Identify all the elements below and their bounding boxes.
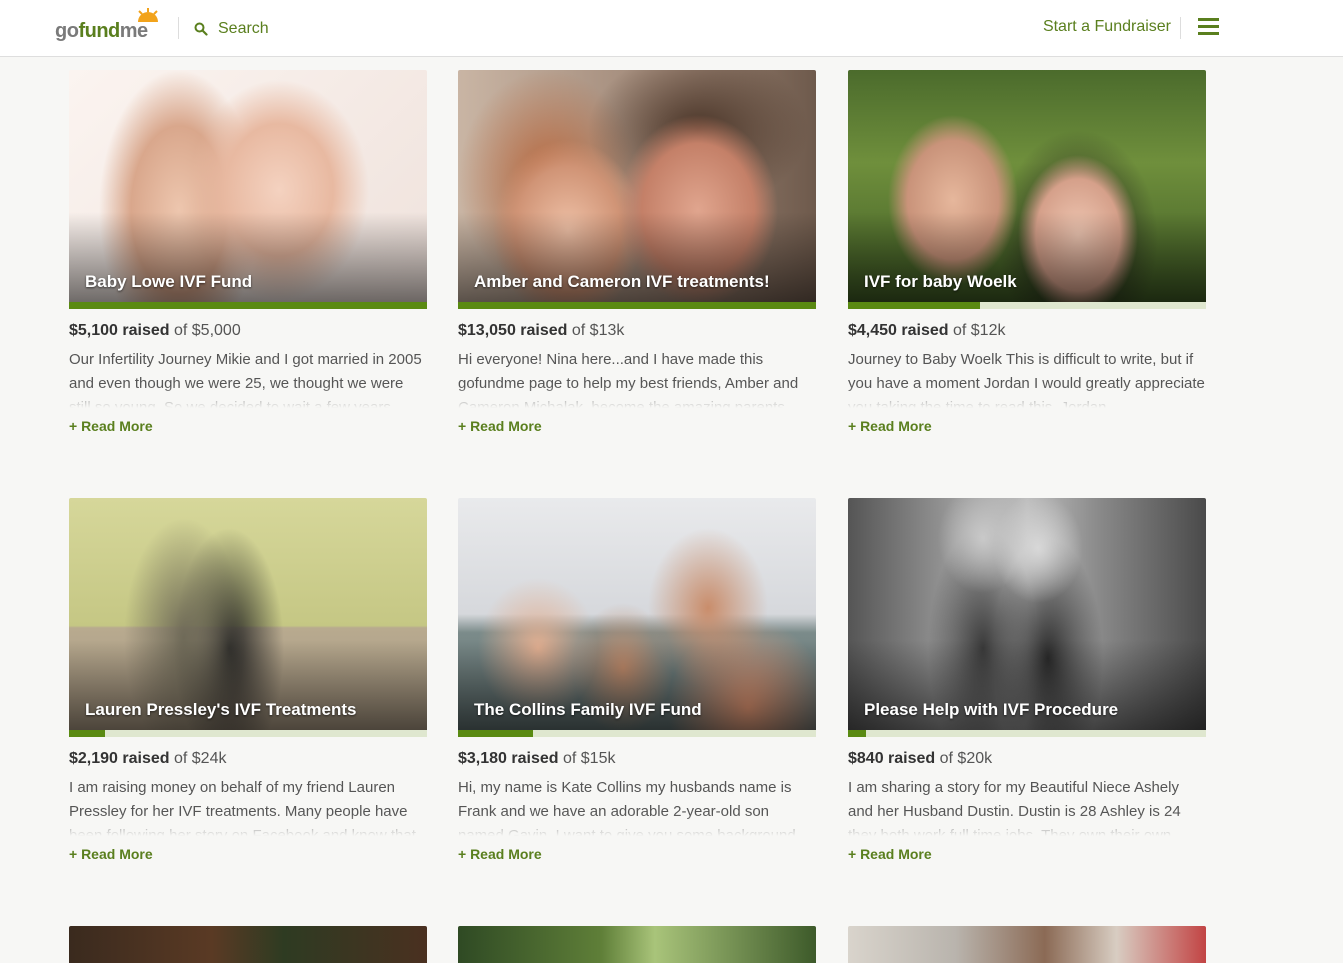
campaign-photo[interactable]: IVF for baby Woelk: [848, 70, 1206, 302]
raised-value: $13,050 raised: [458, 322, 568, 339]
progress-bar: [848, 730, 1206, 737]
progress-bar: [458, 302, 816, 309]
raised-value: $5,100 raised: [69, 322, 170, 339]
campaign-card[interactable]: Please Help with IVF Procedure $840 rais…: [848, 498, 1206, 862]
read-more-link[interactable]: + Read More: [69, 846, 427, 862]
campaign-photo[interactable]: Baby Lowe IVF Fund: [69, 70, 427, 302]
progress-bar: [69, 730, 427, 737]
raised-value: $840 raised: [848, 750, 936, 767]
raised-value: $4,450 raised: [848, 322, 949, 339]
search-icon: [194, 22, 208, 36]
search-button[interactable]: Search: [194, 18, 269, 40]
raised-amount: $840 raised of $20k: [848, 750, 1206, 768]
read-more-link[interactable]: + Read More: [848, 418, 1206, 434]
raised-amount: $2,190 raised of $24k: [69, 750, 427, 768]
campaign-title[interactable]: Lauren Pressley's IVF Treatments: [85, 700, 415, 720]
progress-fill: [848, 302, 981, 309]
logo-wordmark: gofundme: [55, 20, 148, 42]
progress-fill: [848, 730, 866, 737]
christmas-tree-image: [69, 926, 427, 963]
read-more-link[interactable]: + Read More: [69, 418, 427, 434]
campaign-card[interactable]: [848, 926, 1206, 963]
raised-amount: $3,180 raised of $15k: [458, 750, 816, 768]
campaign-photo[interactable]: The Collins Family IVF Fund: [458, 498, 816, 730]
search-label: Search: [218, 20, 269, 37]
gofundme-logo[interactable]: gofundme: [55, 8, 165, 44]
campaign-card[interactable]: [69, 926, 427, 963]
progress-bar: [69, 302, 427, 309]
campaign-title[interactable]: Please Help with IVF Procedure: [864, 700, 1194, 720]
goal-value: of $15k: [562, 750, 616, 767]
hamburger-menu-icon[interactable]: [1198, 18, 1220, 36]
campaign-description: I am sharing a story for my Beautiful Ni…: [848, 776, 1206, 836]
goal-value: of $12k: [952, 322, 1006, 339]
raised-value: $2,190 raised: [69, 750, 170, 767]
raised-value: $3,180 raised: [458, 750, 559, 767]
progress-fill: [69, 730, 105, 737]
campaign-card[interactable]: IVF for baby Woelk $4,450 raised of $12k…: [848, 70, 1206, 434]
campaign-title[interactable]: IVF for baby Woelk: [864, 272, 1194, 292]
campaign-photo[interactable]: Lauren Pressley's IVF Treatments: [69, 498, 427, 730]
campaign-photo[interactable]: [458, 926, 816, 963]
campaign-title[interactable]: The Collins Family IVF Fund: [474, 700, 804, 720]
campaign-grid: Baby Lowe IVF Fund $5,100 raised of $5,0…: [0, 0, 1343, 963]
campaign-title[interactable]: Amber and Cameron IVF treatments!: [474, 272, 804, 292]
campaign-description: Our Infertility Journey Mikie and I got …: [69, 348, 427, 408]
campaign-card[interactable]: Amber and Cameron IVF treatments! $13,05…: [458, 70, 816, 434]
campaign-title[interactable]: Baby Lowe IVF Fund: [85, 272, 415, 292]
raised-amount: $4,450 raised of $12k: [848, 322, 1206, 340]
campaign-photo[interactable]: Please Help with IVF Procedure: [848, 498, 1206, 730]
progress-fill: [458, 302, 816, 309]
trees-image: [458, 926, 816, 963]
campaign-description: Journey to Baby Woelk This is difficult …: [848, 348, 1206, 408]
person-indoor-image: [848, 926, 1206, 963]
goal-value: of $5,000: [173, 322, 241, 339]
goal-value: of $13k: [571, 322, 625, 339]
campaign-description: Hi, my name is Kate Collins my husbands …: [458, 776, 816, 836]
campaign-card[interactable]: The Collins Family IVF Fund $3,180 raise…: [458, 498, 816, 862]
progress-bar: [848, 302, 1206, 309]
progress-bar: [458, 730, 816, 737]
raised-amount: $13,050 raised of $13k: [458, 322, 816, 340]
campaign-card[interactable]: Baby Lowe IVF Fund $5,100 raised of $5,0…: [69, 70, 427, 434]
campaign-photo[interactable]: [69, 926, 427, 963]
campaign-photo[interactable]: [848, 926, 1206, 963]
goal-value: of $24k: [173, 750, 227, 767]
campaign-description: Hi everyone! Nina here...and I have made…: [458, 348, 816, 408]
raised-amount: $5,100 raised of $5,000: [69, 322, 427, 340]
campaign-photo[interactable]: Amber and Cameron IVF treatments!: [458, 70, 816, 302]
read-more-link[interactable]: + Read More: [848, 846, 1206, 862]
goal-value: of $20k: [939, 750, 993, 767]
site-header: gofundme Search Start a Fundraiser: [0, 0, 1343, 57]
campaign-description: I am raising money on behalf of my frien…: [69, 776, 427, 836]
header-divider: [178, 17, 179, 39]
read-more-link[interactable]: + Read More: [458, 846, 816, 862]
campaign-card[interactable]: Lauren Pressley's IVF Treatments $2,190 …: [69, 498, 427, 862]
campaign-card[interactable]: [458, 926, 816, 963]
progress-fill: [69, 302, 427, 309]
header-divider: [1180, 17, 1181, 39]
progress-fill: [458, 730, 534, 737]
read-more-link[interactable]: + Read More: [458, 418, 816, 434]
start-fundraiser-link[interactable]: Start a Fundraiser: [1043, 18, 1171, 36]
